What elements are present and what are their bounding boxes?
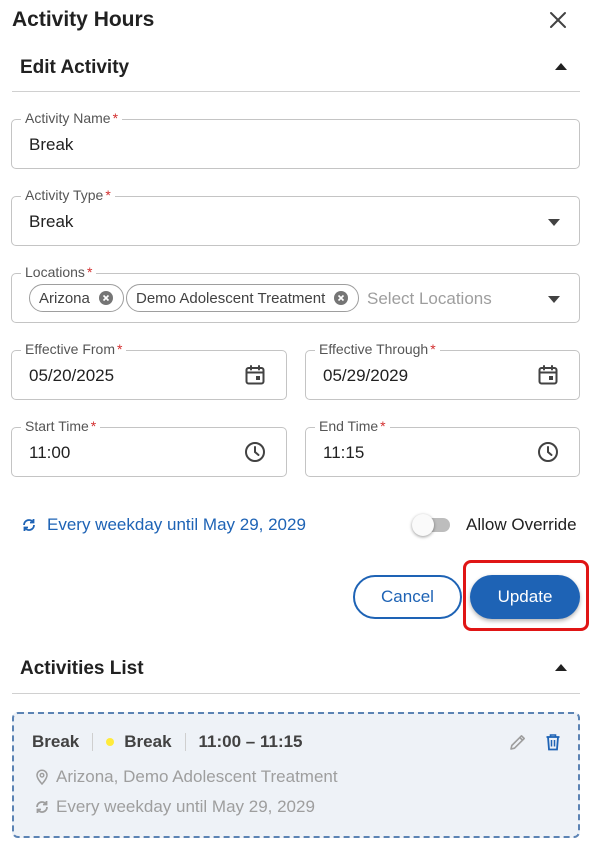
end-time-field[interactable]: End Time * 11:15 [305,418,580,477]
start-time-value[interactable]: 11:00 [29,443,70,463]
collapse-edit-icon[interactable] [555,63,567,70]
type-dot-icon [106,738,115,746]
cancel-button[interactable]: Cancel [353,575,462,619]
toggle-knob [412,514,434,536]
locations-select[interactable]: Locations * Arizona Demo Adolescent Treat… [11,264,580,323]
activity-type-value[interactable]: Break [29,212,73,232]
clock-icon[interactable] [536,440,560,464]
trash-icon[interactable] [543,732,563,752]
calendar-icon[interactable] [536,363,560,387]
chevron-down-icon[interactable] [548,296,560,303]
effective-through-label: Effective Through * [315,341,440,357]
effective-from-label: Effective From * [21,341,127,357]
allow-override-toggle[interactable] [412,514,452,536]
close-icon[interactable] [546,8,570,32]
repeat-icon [23,519,35,531]
divider [12,91,580,92]
edit-pencil-icon[interactable] [508,732,528,752]
chip-remove-icon[interactable] [333,290,349,306]
activity-card[interactable]: Break Break 11:00 – 11:15 Arizona, Demo … [12,712,580,838]
effective-through-field[interactable]: Effective Through * 05/29/2029 [305,341,580,400]
location-pin-icon [36,769,48,785]
calendar-icon[interactable] [243,363,267,387]
chevron-down-icon[interactable] [548,219,560,226]
page-title: Activity Hours [12,8,155,31]
activity-name-label: Activity Name * [21,110,123,126]
activities-list-heading: Activities List [20,658,144,679]
end-time-value[interactable]: 11:15 [323,443,364,463]
separator [184,733,186,751]
allow-override-label: Allow Override [466,515,577,534]
locations-placeholder[interactable]: Select Locations [367,289,492,309]
activity-name-value[interactable]: Break [29,135,73,155]
recurrence-link[interactable]: Every weekday until May 29, 2029 [21,515,306,535]
activity-type-select[interactable]: Activity Type * Break [11,187,580,246]
divider [12,693,580,694]
clock-icon[interactable] [243,440,267,464]
recurrence-text[interactable]: Every weekday until May 29, 2029 [47,515,306,535]
activity-type: Break [124,732,172,751]
location-chip: Arizona [29,284,124,312]
locations-label: Locations * [21,264,97,280]
effective-from-value[interactable]: 05/20/2025 [29,366,114,386]
effective-through-value[interactable]: 05/29/2029 [323,366,408,386]
effective-from-field[interactable]: Effective From * 05/20/2025 [11,341,287,400]
activity-recurrence: Every weekday until May 29, 2029 [34,797,315,817]
activity-name: Break [32,732,80,751]
activity-time: 11:00 – 11:15 [198,732,303,751]
activity-summary: Break Break 11:00 – 11:15 [32,732,303,752]
separator [92,733,94,751]
update-button[interactable]: Update [470,575,580,619]
end-time-label: End Time * [315,418,390,434]
repeat-icon [36,801,48,813]
activity-type-label: Activity Type * [21,187,115,203]
activity-name-field[interactable]: Activity Name * Break [11,110,580,169]
chip-remove-icon[interactable] [98,290,114,306]
collapse-list-icon[interactable] [555,664,567,671]
edit-activity-heading: Edit Activity [20,57,130,78]
start-time-label: Start Time * [21,418,101,434]
location-chip: Demo Adolescent Treatment [126,284,360,312]
activity-locations: Arizona, Demo Adolescent Treatment [34,767,338,787]
start-time-field[interactable]: Start Time * 11:00 [11,418,287,477]
